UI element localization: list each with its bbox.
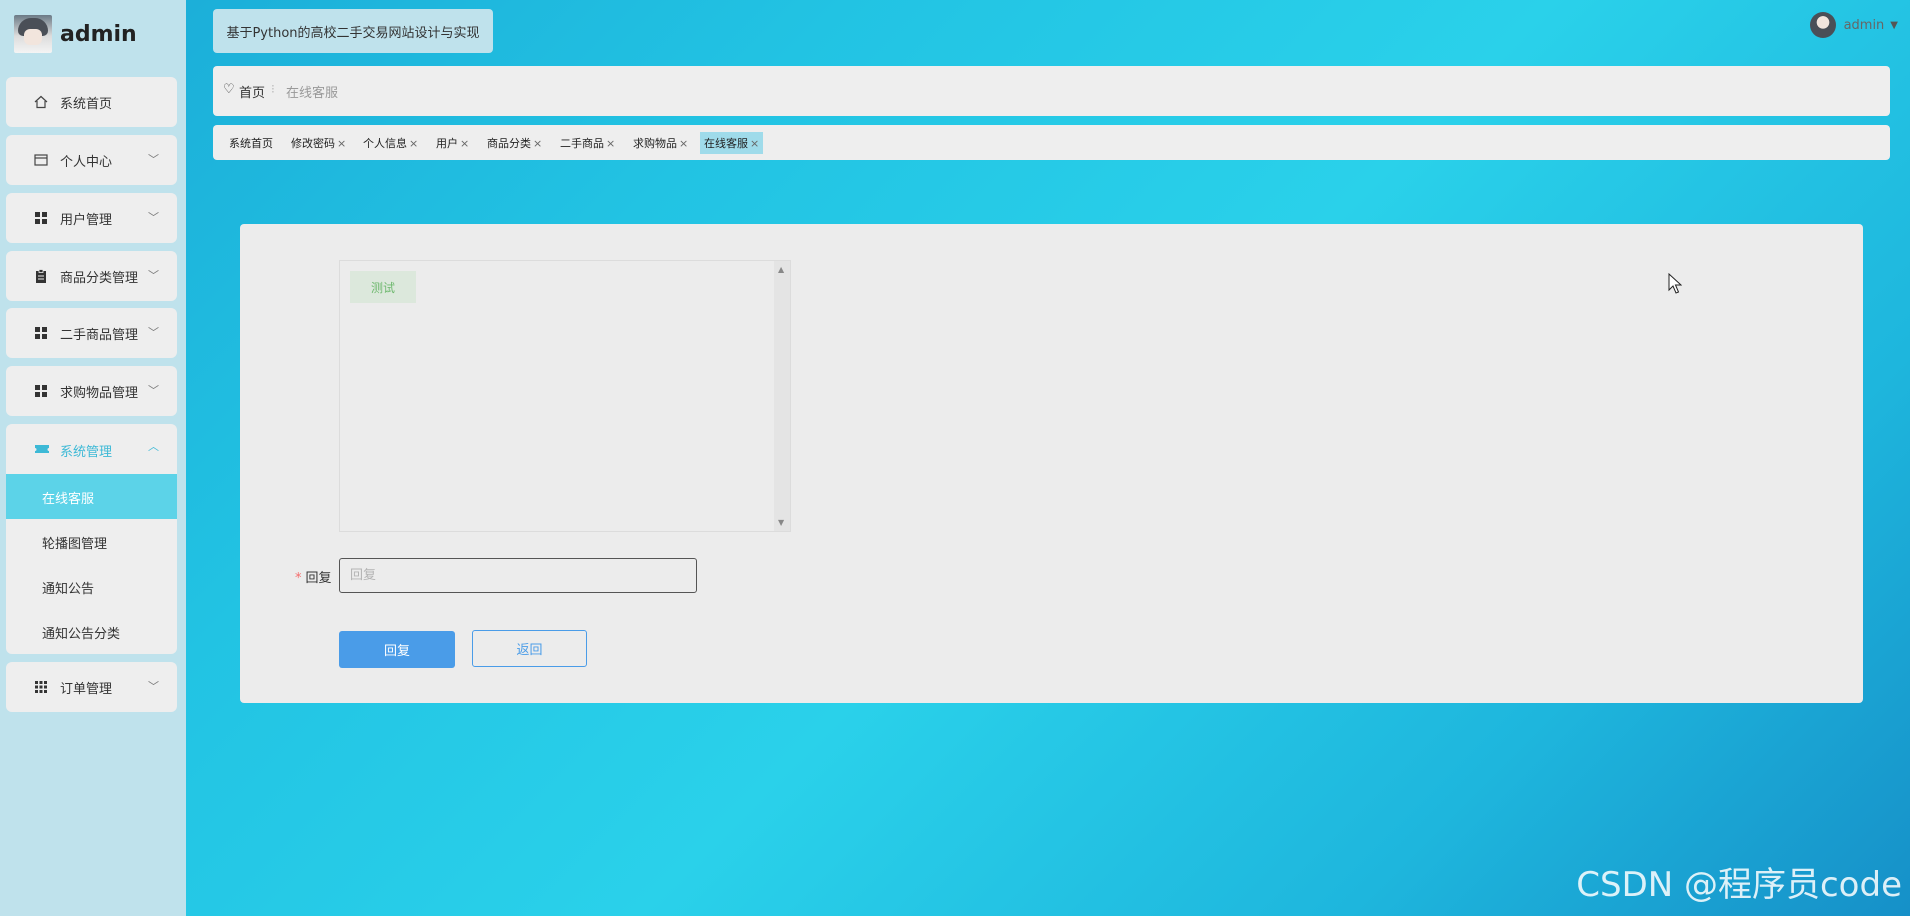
sidebar-subitem-label: 通知公告 [42, 582, 95, 597]
tag-label: 个人信息 [363, 137, 407, 150]
sidebar-item-label: 用户管理 [60, 213, 113, 228]
close-icon[interactable]: × [460, 137, 469, 150]
ticket-icon [35, 445, 49, 453]
sidebar-item-label: 系统管理 [60, 445, 113, 460]
sidebar-subitem-label: 轮播图管理 [42, 537, 108, 552]
chevron-down-icon: ﹀ [148, 384, 159, 397]
reply-button[interactable]: 回复 [339, 631, 455, 668]
heart-icon: ♡ [223, 82, 235, 97]
close-icon[interactable]: × [606, 137, 615, 150]
sidebar-item-label: 个人中心 [60, 155, 113, 170]
user-menu[interactable]: admin ▼ [1809, 12, 1898, 38]
sidebar-item-wanted[interactable]: 求购物品管理 ﹀ [6, 366, 177, 416]
home-icon [34, 95, 48, 109]
scroll-up-icon[interactable]: ▲ [778, 265, 784, 274]
breadcrumb-separator: ⁝ [271, 82, 275, 96]
sidebar-item-categories[interactable]: 商品分类管理 ﹀ [6, 251, 177, 301]
required-mark: * [295, 571, 302, 586]
sidebar-item-orders[interactable]: 订单管理 ﹀ [6, 662, 177, 712]
close-icon[interactable]: × [337, 137, 346, 150]
reply-label-text: 回复 [305, 571, 332, 586]
tag-label: 在线客服 [704, 137, 748, 150]
sidebar-item-label: 二手商品管理 [60, 328, 139, 343]
chevron-down-icon: ﹀ [148, 680, 159, 693]
close-icon[interactable]: × [679, 137, 688, 150]
chat-history[interactable]: 测试 ▲ ▼ [339, 260, 791, 532]
sidebar-item-secondhand[interactable]: 二手商品管理 ﹀ [6, 308, 177, 358]
chat-message: 测试 [350, 271, 416, 303]
tag-label: 商品分类 [487, 137, 531, 150]
tag-wanted[interactable]: 求购物品 × [629, 132, 692, 154]
sidebar-subitem-notices[interactable]: 通知公告 [6, 564, 177, 609]
sidebar-subitem-carousel[interactable]: 轮播图管理 [6, 519, 177, 564]
tag-categories[interactable]: 商品分类 × [483, 132, 546, 154]
scrollbar[interactable]: ▲ ▼ [774, 261, 790, 531]
sidebar-subitem-label: 在线客服 [42, 492, 95, 507]
watermark: CSDN @程序员code [1576, 865, 1902, 905]
chat-card: 测试 ▲ ▼ *回复 回复 返回 [240, 224, 1863, 703]
sidebar: admin 系统首页 个人中心 ﹀ 用户管理 ﹀ 商品分类管理 ﹀ 二手商品管理… [0, 0, 186, 916]
chevron-down-icon: ﹀ [148, 153, 159, 166]
grid-icon [35, 385, 47, 397]
user-name: admin [1843, 17, 1885, 33]
tag-label: 修改密码 [291, 137, 335, 150]
clipboard-icon [36, 269, 46, 283]
tag-home[interactable]: 系统首页 [225, 132, 277, 154]
system-menu-group: 系统管理 ︿ 在线客服 轮播图管理 通知公告 通知公告分类 [6, 424, 177, 654]
avatar [1809, 12, 1836, 38]
tag-personal-info[interactable]: 个人信息 × [359, 132, 422, 154]
mouse-cursor-icon [1668, 273, 1682, 294]
grid-icon [35, 327, 47, 339]
sidebar-item-label: 求购物品管理 [60, 386, 139, 401]
reply-input[interactable] [339, 558, 697, 593]
tag-label: 用户 [436, 137, 458, 150]
brand-name: admin [60, 21, 137, 47]
breadcrumb-home[interactable]: 首页 [239, 82, 265, 101]
tag-online-service[interactable]: 在线客服 × [700, 132, 764, 154]
tag-label: 求购物品 [633, 137, 677, 150]
chevron-down-icon: ﹀ [148, 211, 159, 224]
tag-label: 系统首页 [229, 137, 273, 150]
close-icon[interactable]: × [409, 137, 418, 150]
sidebar-subitem-online-service[interactable]: 在线客服 [6, 474, 177, 519]
chevron-up-icon: ︿ [148, 440, 159, 453]
chevron-down-icon: ﹀ [148, 269, 159, 282]
close-icon[interactable]: × [750, 137, 759, 150]
card-icon [34, 154, 48, 166]
sidebar-item-system[interactable]: 系统管理 ︿ [6, 424, 177, 474]
brand: admin [14, 14, 137, 54]
tag-change-password[interactable]: 修改密码 × [287, 132, 350, 154]
sidebar-item-label: 系统首页 [60, 97, 113, 112]
apps-icon [35, 681, 47, 693]
breadcrumb-current: 在线客服 [286, 86, 339, 101]
close-icon[interactable]: × [533, 137, 542, 150]
sidebar-subitem-label: 通知公告分类 [42, 627, 121, 642]
caret-down-icon: ▼ [1890, 19, 1898, 31]
breadcrumb: ♡ 首页 ⁝ 在线客服 [213, 66, 1890, 116]
tag-label: 二手商品 [560, 137, 604, 150]
sidebar-item-users[interactable]: 用户管理 ﹀ [6, 193, 177, 243]
sidebar-item-label: 订单管理 [60, 682, 113, 697]
scroll-down-icon[interactable]: ▼ [778, 518, 784, 527]
tag-secondhand[interactable]: 二手商品 × [556, 132, 619, 154]
tag-users[interactable]: 用户 × [432, 132, 473, 154]
sidebar-item-personal[interactable]: 个人中心 ﹀ [6, 135, 177, 185]
reply-label: * 回复 [295, 567, 332, 586]
chevron-down-icon: ﹀ [148, 326, 159, 339]
grid-icon [35, 212, 47, 224]
tags-view: 系统首页 修改密码 × 个人信息 × 用户 × 商品分类 × 二手商品 × 求购物品 × 在… [213, 125, 1890, 160]
back-button[interactable]: 返回 [472, 630, 587, 667]
sidebar-item-label: 商品分类管理 [60, 271, 139, 286]
admin-avatar [14, 15, 52, 53]
site-title: 基于Python的高校二手交易网站设计与实现 [213, 9, 493, 53]
sidebar-subitem-notice-categories[interactable]: 通知公告分类 [6, 609, 177, 654]
sidebar-item-home[interactable]: 系统首页 [6, 77, 177, 127]
